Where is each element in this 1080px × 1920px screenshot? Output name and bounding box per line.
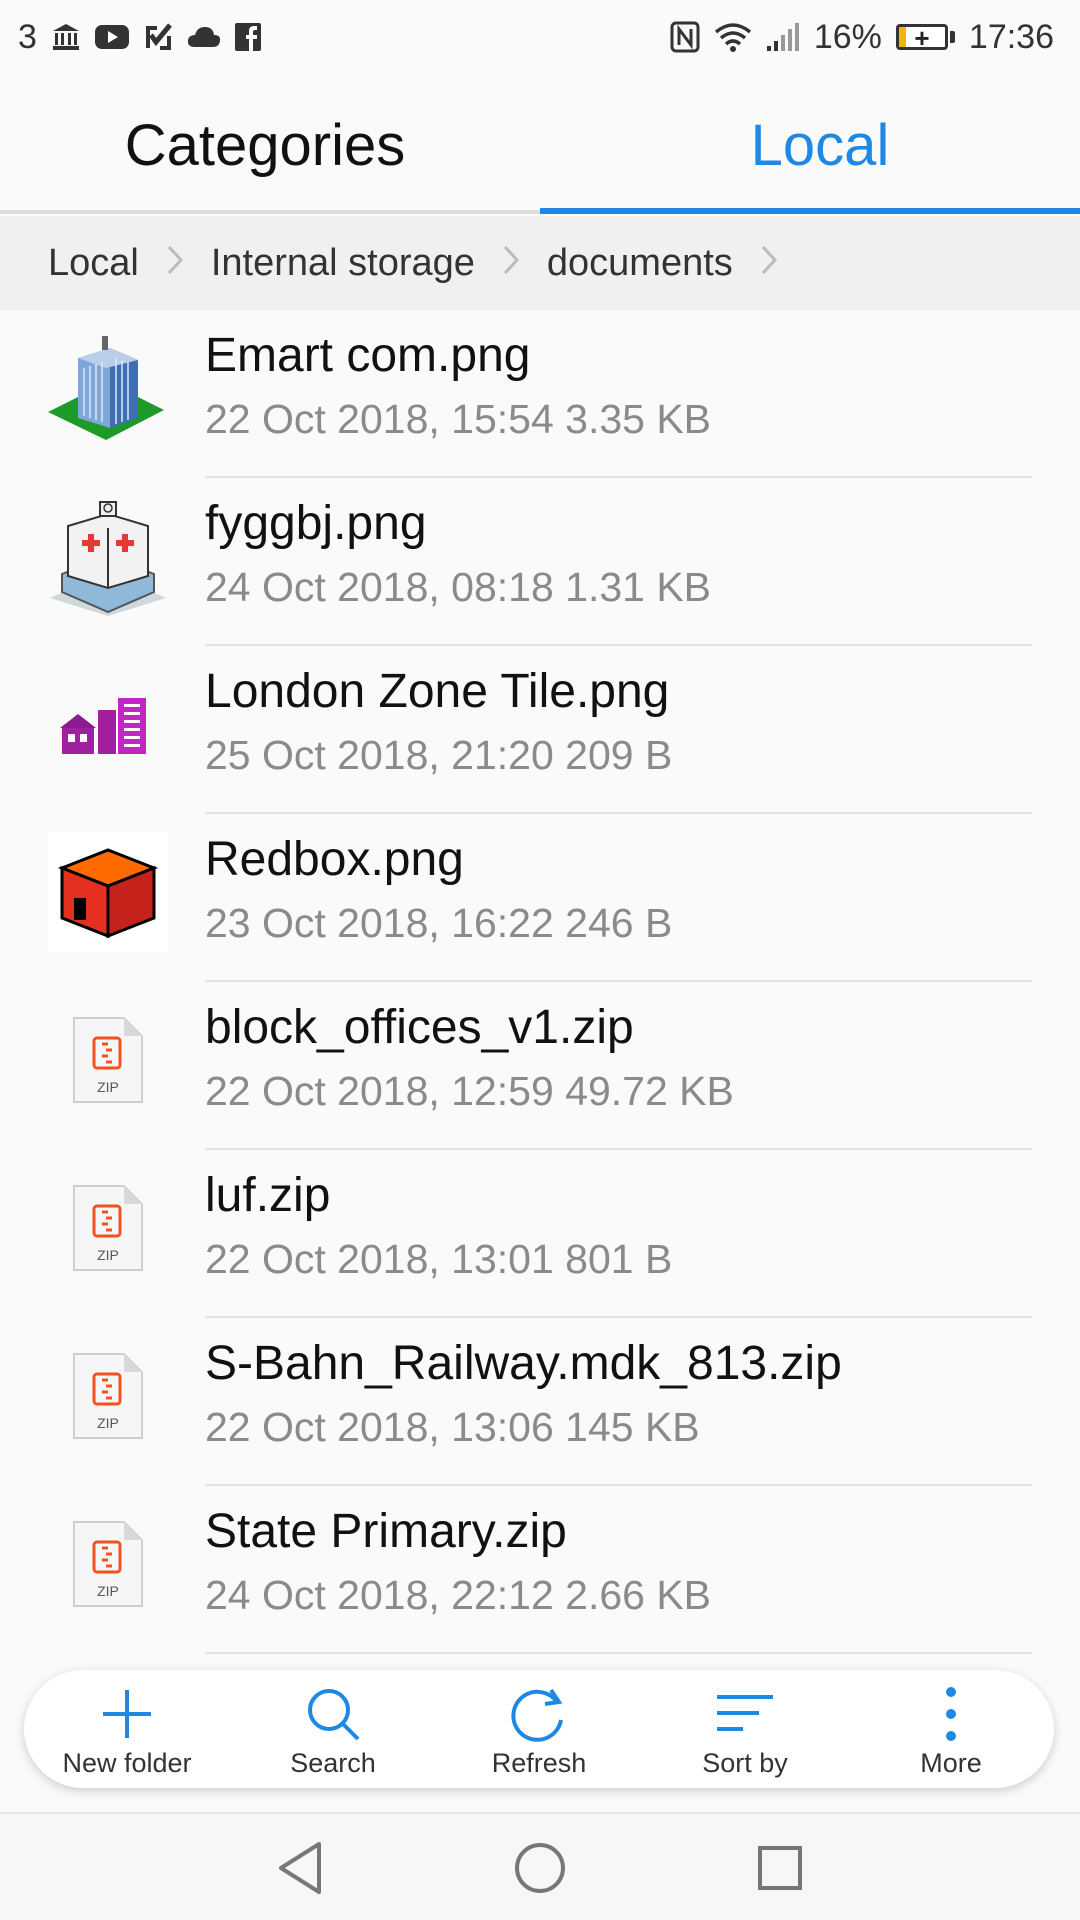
status-bar: 3 16% + 17:36: [0, 0, 1080, 74]
file-name: block_offices_v1.zip: [205, 1001, 634, 1054]
action-bar: New folder Search Refresh Sort by More: [24, 1670, 1054, 1788]
breadcrumb-documents[interactable]: documents: [547, 242, 733, 285]
notification-count: 3: [18, 17, 37, 56]
more-button[interactable]: More: [848, 1670, 1054, 1788]
sort-icon: [715, 1684, 775, 1744]
divider: [205, 1652, 1032, 1654]
file-row[interactable]: ZIP State Primary.zip 24 Oct 2018, 22:12…: [0, 1486, 1080, 1654]
chevron-right-icon: [761, 242, 777, 285]
tab-local-label: Local: [750, 112, 890, 178]
file-meta: 23 Oct 2018, 16:22 246 B: [205, 900, 673, 946]
signal-icon: [766, 22, 800, 52]
file-row[interactable]: London Zone Tile.png 25 Oct 2018, 21:20 …: [0, 646, 1080, 814]
zip-label: ZIP: [97, 1079, 119, 1095]
red-box-thumbnail: [48, 832, 168, 952]
sort-by-button[interactable]: Sort by: [642, 1670, 848, 1788]
search-button[interactable]: Search: [230, 1670, 436, 1788]
file-row[interactable]: ZIP luf.zip 22 Oct 2018, 13:01 801 B: [0, 1150, 1080, 1318]
file-meta: 22 Oct 2018, 13:01 801 B: [205, 1236, 673, 1282]
active-tab-indicator: [540, 208, 1080, 214]
clock: 17:36: [968, 17, 1054, 56]
file-name: State Primary.zip: [205, 1505, 567, 1558]
chevron-right-icon: [503, 242, 519, 285]
file-name: London Zone Tile.png: [205, 665, 670, 718]
tab-categories-label: Categories: [124, 112, 406, 178]
zip-label: ZIP: [97, 1247, 119, 1263]
file-row[interactable]: ZIP block_offices_v1.zip 22 Oct 2018, 12…: [0, 982, 1080, 1150]
file-name: fyggbj.png: [205, 497, 427, 550]
search-label: Search: [290, 1748, 376, 1778]
file-meta: 25 Oct 2018, 21:20 209 B: [205, 732, 673, 778]
file-meta: 22 Oct 2018, 15:54 3.35 KB: [205, 396, 712, 442]
new-folder-button[interactable]: New folder: [24, 1670, 230, 1788]
building-tower-thumbnail: [48, 328, 168, 448]
tab-categories[interactable]: Categories: [0, 74, 540, 216]
bank-icon: [51, 22, 81, 52]
breadcrumb: Local Internal storage documents: [0, 216, 1080, 310]
wifi-icon: [714, 22, 752, 52]
file-meta: 22 Oct 2018, 13:06 145 KB: [205, 1404, 700, 1450]
refresh-button[interactable]: Refresh: [436, 1670, 642, 1788]
sort-by-label: Sort by: [702, 1748, 788, 1778]
more-vertical-icon: [921, 1684, 981, 1744]
file-name: Redbox.png: [205, 833, 464, 886]
system-nav-bar: [0, 1812, 1080, 1920]
search-icon: [303, 1684, 363, 1744]
breadcrumb-internal-storage[interactable]: Internal storage: [211, 242, 475, 285]
tab-divider: [0, 210, 540, 214]
file-name: S-Bahn_Railway.mdk_813.zip: [205, 1337, 842, 1390]
zip-file-icon: ZIP: [48, 1000, 168, 1120]
file-row[interactable]: ZIP S-Bahn_Railway.mdk_813.zip 22 Oct 20…: [0, 1318, 1080, 1486]
battery-icon: +: [895, 24, 955, 50]
cloud-icon: [187, 25, 221, 49]
more-label: More: [920, 1748, 982, 1778]
file-row[interactable]: Redbox.png 23 Oct 2018, 16:22 246 B: [0, 814, 1080, 982]
file-meta: 24 Oct 2018, 22:12 2.66 KB: [205, 1572, 712, 1618]
zip-file-icon: ZIP: [48, 1336, 168, 1456]
hospital-thumbnail: [48, 496, 168, 616]
zip-label: ZIP: [97, 1583, 119, 1599]
nfc-icon: [670, 21, 700, 53]
file-name: luf.zip: [205, 1169, 331, 1222]
file-row[interactable]: Emart com.png 22 Oct 2018, 15:54 3.35 KB: [0, 310, 1080, 478]
facebook-icon: [234, 23, 261, 51]
zip-label: ZIP: [97, 1415, 119, 1431]
check-box-icon: [143, 22, 173, 52]
back-icon[interactable]: [270, 1838, 330, 1898]
youtube-icon: [94, 24, 129, 50]
recents-icon[interactable]: [750, 1838, 810, 1898]
file-list: Emart com.png 22 Oct 2018, 15:54 3.35 KB…: [0, 310, 1080, 1654]
tab-local[interactable]: Local: [540, 74, 1080, 216]
zone-tile-thumbnail: [48, 664, 168, 784]
file-meta: 24 Oct 2018, 08:18 1.31 KB: [205, 564, 712, 610]
breadcrumb-local[interactable]: Local: [48, 242, 139, 285]
zip-file-icon: ZIP: [48, 1504, 168, 1624]
zip-file-icon: ZIP: [48, 1168, 168, 1288]
tab-bar: Categories Local: [0, 74, 1080, 216]
refresh-icon: [509, 1684, 569, 1744]
refresh-label: Refresh: [491, 1748, 587, 1778]
file-name: Emart com.png: [205, 329, 531, 382]
file-row[interactable]: fyggbj.png 24 Oct 2018, 08:18 1.31 KB: [0, 478, 1080, 646]
chevron-right-icon: [167, 242, 183, 285]
battery-percent: 16%: [813, 17, 882, 56]
home-icon[interactable]: [510, 1838, 570, 1898]
file-meta: 22 Oct 2018, 12:59 49.72 KB: [205, 1068, 734, 1114]
new-folder-label: New folder: [62, 1748, 192, 1778]
plus-icon: [97, 1684, 157, 1744]
